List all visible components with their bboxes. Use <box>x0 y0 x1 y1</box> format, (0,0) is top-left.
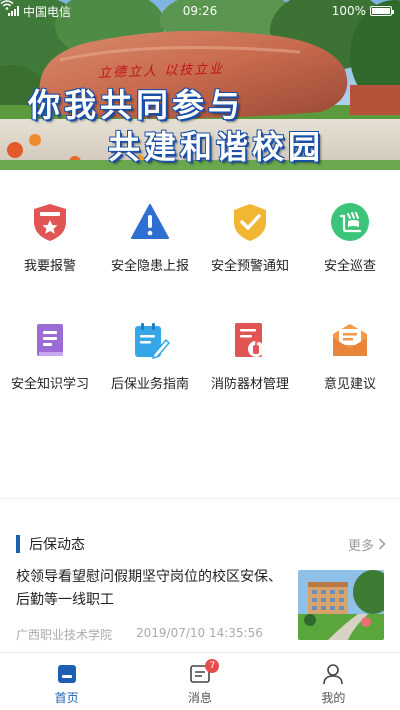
grid-label: 安全巡查 <box>323 259 376 274</box>
section-accent-bar <box>16 535 20 553</box>
grid-label: 后保业务指南 <box>110 377 189 392</box>
tab-label: 首页 <box>54 691 79 705</box>
news-section-header: 后保动态 更多 <box>16 532 386 556</box>
fire-extinguisher-doc-icon <box>235 323 264 357</box>
news-item[interactable]: 校领导看望慰问假期坚守岗位的校区安保、后勤等一线职工 广西职业技术学院 2019… <box>16 566 384 642</box>
function-grid: 我要报警 安全隐患上报 安全预警通知 安全巡查 安全知识学习 后保业务指南 消防… <box>0 190 400 426</box>
grid-label: 意见建议 <box>323 377 376 392</box>
grid-item-fire-equipment[interactable]: 消防器材管理 <box>200 308 300 426</box>
section-divider <box>0 498 400 518</box>
user-icon <box>323 664 344 685</box>
news-title: 校领导看望慰问假期坚守岗位的校区安保、后勤等一线职工 <box>16 569 282 608</box>
banner[interactable]: 中国电信 09:26 100% 立德立人 以技立业 你我共同参与 共建和谐校园 <box>0 0 400 170</box>
news-source: 广西职业技术学院 <box>16 628 113 642</box>
tab-home[interactable]: 首页 <box>0 653 133 710</box>
grid-item-report-police[interactable]: 我要报警 <box>0 190 100 308</box>
mail-icon <box>333 324 367 356</box>
tab-label: 我的 <box>321 691 346 705</box>
banner-slogan-line2: 共建和谐校园 <box>108 128 325 166</box>
grid-item-service-guide[interactable]: 后保业务指南 <box>100 308 200 426</box>
grid-item-safety-learning[interactable]: 安全知识学习 <box>0 308 100 426</box>
tab-profile[interactable]: 我的 <box>267 653 400 710</box>
news-section-title: 后保动态 <box>29 537 85 553</box>
message-badge: 7 <box>205 659 220 673</box>
notepad-pen-icon <box>135 323 170 360</box>
grid-label: 消防器材管理 <box>210 377 289 392</box>
home-icon <box>57 665 76 683</box>
grid-label: 安全预警通知 <box>210 259 289 274</box>
grid-label: 安全隐患上报 <box>110 259 189 274</box>
grid-item-safety-patrol[interactable]: 安全巡查 <box>300 190 400 308</box>
grid-label: 安全知识学习 <box>10 377 89 392</box>
grid-row-1: 我要报警 安全隐患上报 安全预警通知 安全巡查 <box>0 190 400 308</box>
warning-triangle-icon <box>131 204 169 239</box>
bottom-tab-bar: 首页 7 消息 我的 <box>0 652 400 710</box>
battery-icon <box>370 6 394 16</box>
grid-label: 我要报警 <box>23 259 76 274</box>
news-date: 2019/07/10 14:35:56 <box>136 626 263 640</box>
status-time: 09:26 <box>182 4 218 18</box>
banner-slogan-line1: 你我共同参与 <box>28 86 245 124</box>
more-label: 更多 <box>347 538 374 554</box>
shield-check-icon <box>234 204 266 241</box>
book-icon <box>37 324 63 356</box>
grid-item-hazard-report[interactable]: 安全隐患上报 <box>100 190 200 308</box>
tab-label: 消息 <box>187 691 212 705</box>
patrol-icon <box>331 203 369 241</box>
grid-item-safety-alert[interactable]: 安全预警通知 <box>200 190 300 308</box>
police-badge-icon <box>34 204 66 241</box>
grid-item-feedback[interactable]: 意见建议 <box>300 308 400 426</box>
status-bar: 中国电信 09:26 100% <box>0 0 400 22</box>
tab-messages[interactable]: 7 消息 <box>133 653 266 710</box>
more-link[interactable]: 更多 <box>348 535 386 554</box>
chevron-right-icon <box>378 538 386 550</box>
news-thumbnail <box>298 570 384 640</box>
grid-row-2: 安全知识学习 后保业务指南 消防器材管理 意见建议 <box>0 308 400 426</box>
